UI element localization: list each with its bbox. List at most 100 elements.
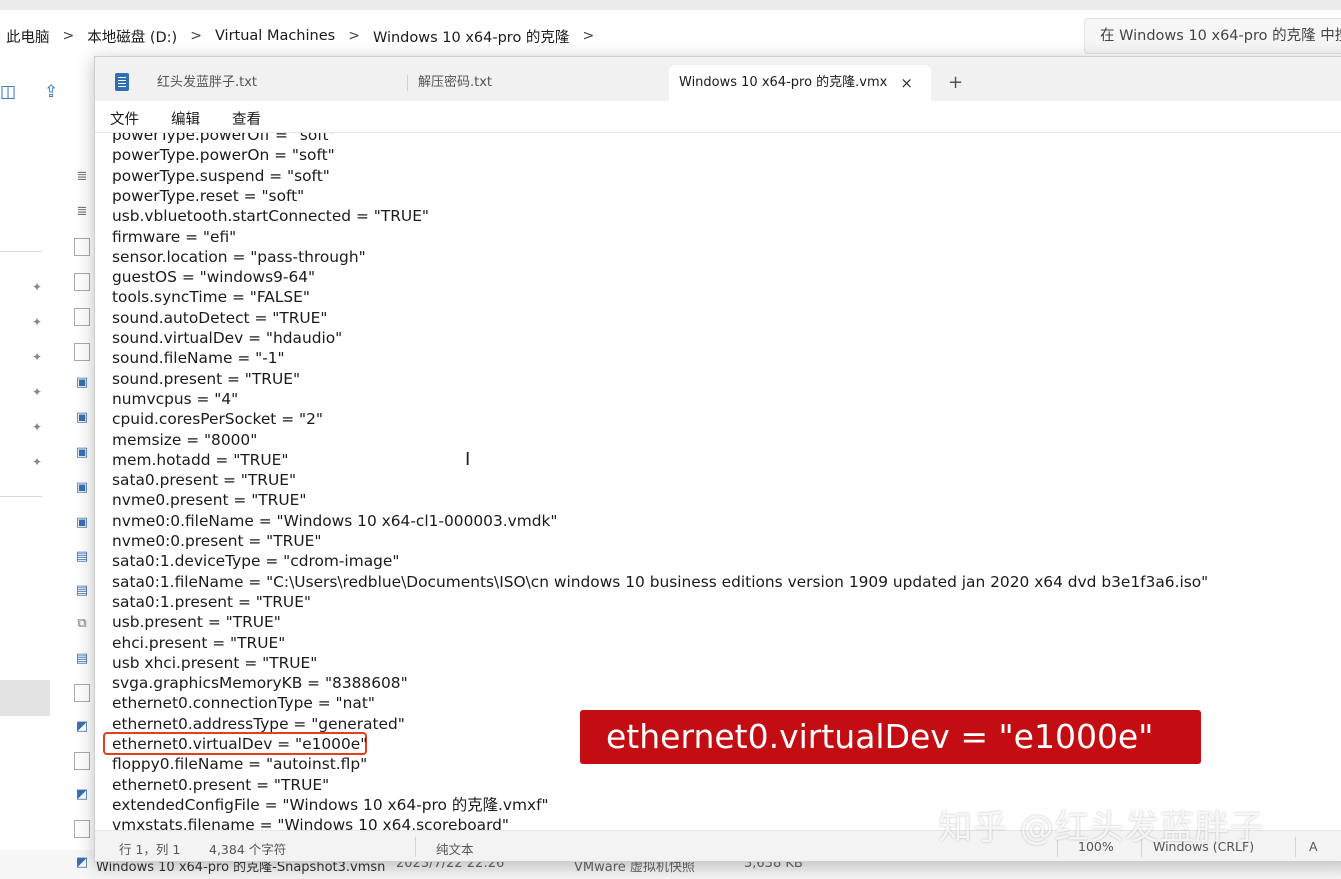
menu-view[interactable]: 查看 [232, 108, 261, 129]
text-line: powerType.suspend = "soft" [112, 166, 330, 185]
tab-label: 红头发蓝胖子.txt [157, 75, 258, 90]
status-separator [415, 837, 416, 857]
text-line: cpuid.coresPerSocket = "2" [112, 410, 323, 429]
text-line: svga.graphicsMemoryKB = "8388608" [112, 674, 408, 693]
document-icon [74, 308, 90, 326]
new-tab-button[interactable]: + [948, 72, 963, 93]
menu-file[interactable]: 文件 [110, 108, 139, 129]
tab-vmx-file[interactable]: Windows 10 x64-pro 的克隆.vmx × [669, 65, 931, 101]
pin-icon: ✦ [32, 420, 43, 434]
pin-icon: ✦ [32, 385, 43, 399]
nav-divider [0, 496, 42, 497]
text-line: usb.present = "TRUE" [112, 613, 281, 632]
text-line: ethernet0.virtualDev = "e1000e" [112, 735, 368, 753]
text-line: sound.virtualDev = "hdaudio" [112, 329, 343, 347]
text-line: tools.syncTime = "FALSE" [112, 288, 310, 307]
pin-icon: ✦ [32, 280, 43, 294]
text-line: ethernet0.addressType = "generated" [112, 714, 405, 733]
screen: 此电脑 > 本地磁盘 (D:) > Virtual Machines > Win… [0, 0, 1341, 879]
text-line: usb.vbluetooth.startConnected = "TRUE" [112, 207, 430, 226]
file-icon: ≣ [76, 169, 88, 184]
text-line: powerType.powerOn = "soft" [112, 146, 335, 165]
disk-icon: ▣ [75, 445, 89, 460]
breadcrumb-separator: > [348, 28, 360, 44]
breadcrumb-item-vm-folder[interactable]: Windows 10 x64-pro 的克隆 [373, 26, 570, 47]
text-line: ehci.present = "TRUE" [112, 633, 286, 652]
text-line: powerType.powerOff = "soft" [112, 133, 336, 144]
document-icon [74, 820, 90, 838]
notepad-app-icon [115, 73, 129, 91]
search-input[interactable]: 在 Windows 10 x64-pro 的克隆 中搜 [1084, 18, 1341, 54]
tab-password-txt[interactable]: 解压密码.txt [418, 65, 668, 101]
text-line: sound.present = "TRUE" [112, 369, 301, 388]
document-icon [74, 343, 90, 361]
vm-file-icon: ◩ [75, 855, 89, 870]
disk-icon: ▣ [75, 410, 89, 425]
annotation-banner: ethernet0.virtualDev = "e1000e" [580, 710, 1201, 764]
config-file-icon: ▤ [75, 651, 89, 666]
breadcrumb-separator: > [62, 28, 75, 44]
status-position: 行 1，列 1 [119, 842, 181, 857]
status-char-count: 4,384 个字符 [209, 842, 287, 857]
pin-icon: ✦ [32, 315, 43, 329]
tab-separator [407, 75, 408, 91]
explorer-navigation-pane: ◫ ⇪ ✦ ✦ ✦ ✦ ✦ ✦ ≣ ≣ ▣ ▣ ▣ ▣ ▣ ▤ ▤ ⧉ ▤ ◩ … [0, 62, 96, 879]
text-line: sata0.present = "TRUE" [112, 471, 297, 490]
text-line: sata0:1.fileName = "C:\Users\redblue\Doc… [112, 572, 1209, 591]
breadcrumb-item-drive-d[interactable]: 本地磁盘 (D:) [87, 26, 177, 47]
text-line: sound.autoDetect = "TRUE" [112, 308, 328, 327]
status-format: 纯文本 [436, 842, 474, 857]
text-line: mem.hotadd = "TRUE" [112, 450, 289, 469]
pin-icon: ✦ [32, 455, 43, 469]
breadcrumb-expand-chevron[interactable]: > [582, 28, 594, 44]
nav-divider [0, 251, 42, 252]
text-line: usb xhci.present = "TRUE" [112, 653, 318, 672]
pane-toggle-icon[interactable]: ◫ [0, 82, 16, 102]
disk-icon: ▣ [75, 375, 89, 390]
text-line: vmxstats.filename = "Windows 10 x64.scor… [112, 816, 510, 830]
text-line: sound.fileName = "-1" [112, 349, 285, 368]
disk-icon: ▣ [75, 515, 89, 530]
config-file-icon: ▤ [75, 549, 89, 564]
document-icon [74, 273, 90, 291]
file-icon: ≣ [76, 204, 88, 219]
document-icon [74, 238, 90, 256]
text-line: powerType.reset = "soft" [112, 186, 305, 205]
tab-red-hair-txt[interactable]: 红头发蓝胖子.txt [157, 65, 407, 101]
text-line: sensor.location = "pass-through" [112, 247, 366, 266]
text-line: nvme0.present = "TRUE" [112, 491, 307, 510]
text-line: sata0:1.present = "TRUE" [112, 592, 312, 611]
text-cursor-icon: I [465, 449, 471, 470]
menu-edit[interactable]: 编辑 [171, 108, 200, 129]
text-line: guestOS = "windows9-64" [112, 268, 316, 287]
text-line: extendedConfigFile = "Windows 10 x64-pro… [112, 795, 549, 814]
text-line: memsize = "8000" [112, 430, 258, 449]
vm-file-icon: ◩ [75, 787, 89, 802]
text-line: sata0:1.deviceType = "cdrom-image" [112, 552, 400, 571]
config-file-icon: ▤ [75, 583, 89, 598]
breadcrumb-separator: > [190, 28, 202, 44]
document-icon [74, 684, 90, 702]
text-line: ethernet0.present = "TRUE" [112, 775, 330, 794]
menu-bar: 文件 编辑 查看 [95, 101, 1341, 133]
tab-label: Windows 10 x64-pro 的克隆.vmx [679, 75, 888, 90]
status-separator [1295, 837, 1296, 857]
pin-icon: ✦ [32, 350, 43, 364]
share-icon[interactable]: ⇪ [44, 82, 58, 102]
text-line: firmware = "efi" [112, 227, 237, 246]
copy-file-icon: ⧉ [77, 616, 87, 631]
status-encoding[interactable]: A [1309, 839, 1318, 854]
tab-close-icon[interactable]: × [900, 65, 913, 101]
vm-file-icon: ◩ [75, 719, 89, 734]
tab-bar: 红头发蓝胖子.txt 解压密码.txt Windows 10 x64-pro 的… [95, 57, 1341, 101]
nav-selected-item[interactable] [0, 680, 50, 716]
text-line: numvcpus = "4" [112, 389, 239, 408]
document-icon [74, 752, 90, 770]
breadcrumb-item-virtual-machines[interactable]: Virtual Machines [215, 28, 335, 44]
text-line: floppy0.fileName = "autoinst.flp" [112, 755, 368, 774]
text-line: ethernet0.connectionType = "nat" [112, 694, 375, 713]
text-line: nvme0:0.present = "TRUE" [112, 532, 322, 550]
watermark: 知乎 @红头发蓝胖子 [938, 808, 1265, 848]
window-top-strip [0, 0, 1341, 10]
breadcrumb-item-this-pc[interactable]: 此电脑 [6, 26, 50, 47]
